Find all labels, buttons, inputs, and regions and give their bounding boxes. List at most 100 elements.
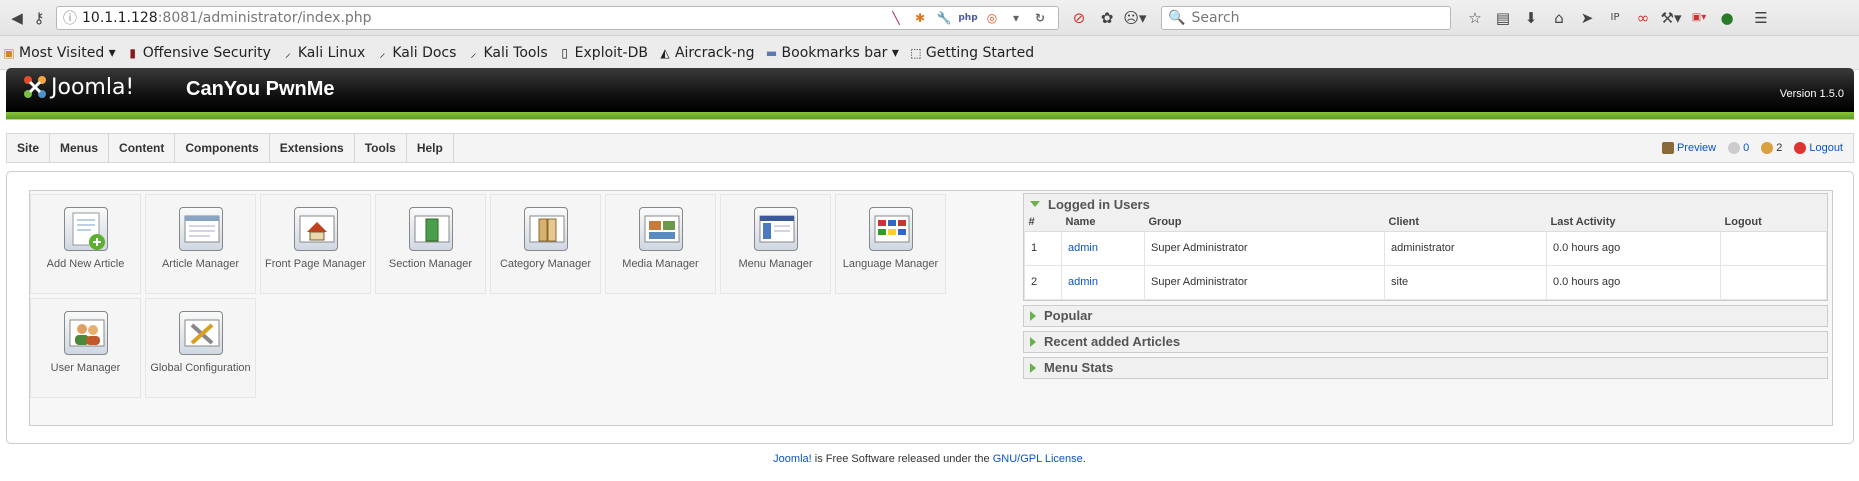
cpanel-media-manager[interactable]: Media Manager (605, 194, 716, 294)
language-icon (868, 207, 913, 251)
cpanel-label: Global Configuration (150, 362, 251, 374)
bookmark-getting-started[interactable]: ⬚ Getting Started (909, 45, 1034, 61)
cpanel-category-manager[interactable]: Category Manager (490, 194, 601, 294)
joomla-logo[interactable]: Joomla! (22, 74, 134, 100)
joomla-extension-icon[interactable]: ✱ (911, 9, 929, 27)
column-header: Name (1061, 214, 1145, 232)
menu-site[interactable]: Site (7, 134, 51, 162)
logout-link[interactable]: Logout (1794, 142, 1843, 154)
kali-icon: ⸝ (470, 45, 477, 60)
menu-extensions[interactable]: Extensions (270, 134, 355, 162)
messages-icon (1728, 142, 1741, 154)
wrench-extension-icon[interactable]: 🔧 (935, 9, 953, 27)
user-link[interactable]: admin (1068, 276, 1098, 288)
menu-menus[interactable]: Menus (50, 134, 110, 162)
cpanel-label: Add New Article (46, 258, 125, 270)
status-bar: Preview 0 2 Logout (1650, 134, 1843, 162)
cpanel-front-page-manager[interactable]: Front Page Manager (260, 194, 371, 294)
aircrack-icon: ◭ (660, 45, 670, 60)
user-manager-icon (63, 311, 108, 355)
url-bar[interactable]: ⓘ 10.1.1.128:8081/administrator/index.ph… (56, 5, 1059, 30)
joomla-link[interactable]: Joomla! (773, 453, 812, 465)
user-link[interactable]: admin (1068, 242, 1098, 254)
bookmark-kali-tools[interactable]: ⸝ Kali Tools (466, 45, 547, 61)
pane-title: Recent added Articles (1044, 334, 1181, 349)
recent-articles-pane[interactable]: Recent added Articles (1023, 330, 1828, 353)
identity-key-icon[interactable]: ⚷ (28, 7, 50, 29)
site-info-icon[interactable]: ⓘ (63, 8, 77, 28)
php-extension-icon[interactable]: php (958, 9, 977, 27)
back-button[interactable]: ◀ (6, 7, 28, 29)
reading-list-icon[interactable]: ▤ (1489, 9, 1517, 27)
ip-extension-icon[interactable]: IP (1601, 12, 1629, 23)
noscript-icon[interactable]: ⊘ (1065, 9, 1093, 27)
expanded-arrow-icon (1030, 201, 1040, 207)
menu-content[interactable]: Content (109, 134, 176, 162)
media-icon (638, 207, 683, 251)
bookmark-offensive-security[interactable]: ▮ Offensive Security (126, 45, 271, 61)
bookmark-star-icon[interactable]: ☆ (1461, 9, 1489, 27)
site-name: CanYou PwnMe (186, 78, 335, 100)
menu-stats-pane[interactable]: Menu Stats (1023, 356, 1828, 379)
add-article-icon (63, 207, 108, 251)
logged-in-users-toggle[interactable]: Logged in Users (1024, 194, 1827, 214)
url-host: 10.1.1.128 (82, 9, 158, 26)
tool-extension-icon[interactable]: ⚒▾ (1657, 9, 1685, 27)
last-activity: 0.0 hours ago (1546, 264, 1721, 300)
user-client: site (1384, 264, 1547, 300)
reload-icon[interactable]: ↻ (1031, 9, 1049, 27)
bookmark-aircrack-ng[interactable]: ◭ Aircrack-ng (658, 45, 754, 61)
menu-components[interactable]: Components (175, 134, 270, 162)
table-header-row: # Name Group Client Last Activity Logout (1024, 214, 1827, 232)
messages-count[interactable]: 0 (1728, 142, 1749, 154)
folder-icon: ▬ (765, 45, 778, 60)
navigation-toolbar: ◀ ⚷ ⓘ 10.1.1.128:8081/administrator/inde… (0, 0, 1859, 36)
menu-help[interactable]: Help (407, 134, 454, 162)
home-icon[interactable]: ⌂ (1545, 9, 1573, 27)
user-name-cell: admin (1061, 264, 1145, 300)
last-activity: 0.0 hours ago (1546, 230, 1721, 266)
cpanel-label: Article Manager (161, 258, 240, 270)
dropdown-arrow-icon[interactable]: ▾ (1007, 9, 1025, 27)
collapsed-arrow-icon (1030, 336, 1036, 347)
hamburger-menu-icon[interactable]: ☰ (1747, 9, 1775, 27)
column-header: Last Activity (1546, 214, 1721, 232)
cpanel-global-configuration[interactable]: Global Configuration (145, 298, 256, 398)
kali-icon: ⸝ (379, 45, 386, 60)
collapsed-arrow-icon (1030, 362, 1036, 373)
column-header: Client (1384, 214, 1547, 232)
gpl-license-link[interactable]: GNU/GPL License (993, 453, 1083, 465)
header-accent-bar (6, 112, 1854, 120)
pen-extension-icon[interactable]: ╲ (887, 9, 905, 27)
send-icon[interactable]: ➤ (1573, 9, 1601, 27)
cpanel-label: Front Page Manager (265, 258, 366, 270)
menu-tools[interactable]: Tools (355, 134, 407, 162)
bookmark-kali-linux[interactable]: ⸝ Kali Linux (281, 45, 365, 61)
cpanel-add-new-article[interactable]: Add New Article (30, 194, 141, 294)
bookmark-kali-docs[interactable]: ⸝ Kali Docs (375, 45, 456, 61)
shield-extension-icon[interactable]: ● (1713, 9, 1741, 27)
cpanel-user-manager[interactable]: User Manager (30, 298, 141, 398)
addon-icon[interactable]: ☹▾ (1121, 9, 1149, 27)
now-extension-icon[interactable]: ▣▾ (1685, 12, 1713, 23)
online-users-count: 2 (1761, 142, 1782, 154)
bookmark-exploit-db[interactable]: ▯ Exploit-DB (558, 45, 648, 61)
ubuntu-extension-icon[interactable]: ◎ (983, 9, 1001, 27)
preview-link[interactable]: Preview (1661, 142, 1716, 154)
cpanel-menu-manager[interactable]: Menu Manager (720, 194, 831, 294)
bookmark-most-visited[interactable]: ▣ Most Visited ▾ (2, 45, 115, 61)
chain-extension-icon[interactable]: ∞ (1629, 9, 1657, 27)
cpanel-label: Media Manager (622, 258, 699, 270)
cpanel-language-manager[interactable]: Language Manager (835, 194, 946, 294)
row-number: 1 (1024, 230, 1062, 266)
cpanel-article-manager[interactable]: Article Manager (145, 194, 256, 294)
download-icon[interactable]: ⬇ (1517, 9, 1545, 27)
bookmark-bookmarks-bar[interactable]: ▬ Bookmarks bar ▾ (765, 45, 899, 61)
cpanel-section-manager[interactable]: Section Manager (375, 194, 486, 294)
logged-in-users-pane: Logged in Users # Name Group Client Last… (1023, 193, 1828, 301)
offsec-icon: ▮ (129, 45, 136, 60)
browser-window: ◀ ⚷ ⓘ 10.1.1.128:8081/administrator/inde… (0, 0, 1859, 481)
palette-icon[interactable]: ✿ (1093, 9, 1121, 27)
popular-pane[interactable]: Popular (1023, 304, 1828, 327)
search-field[interactable]: 🔍 Search (1161, 5, 1451, 30)
